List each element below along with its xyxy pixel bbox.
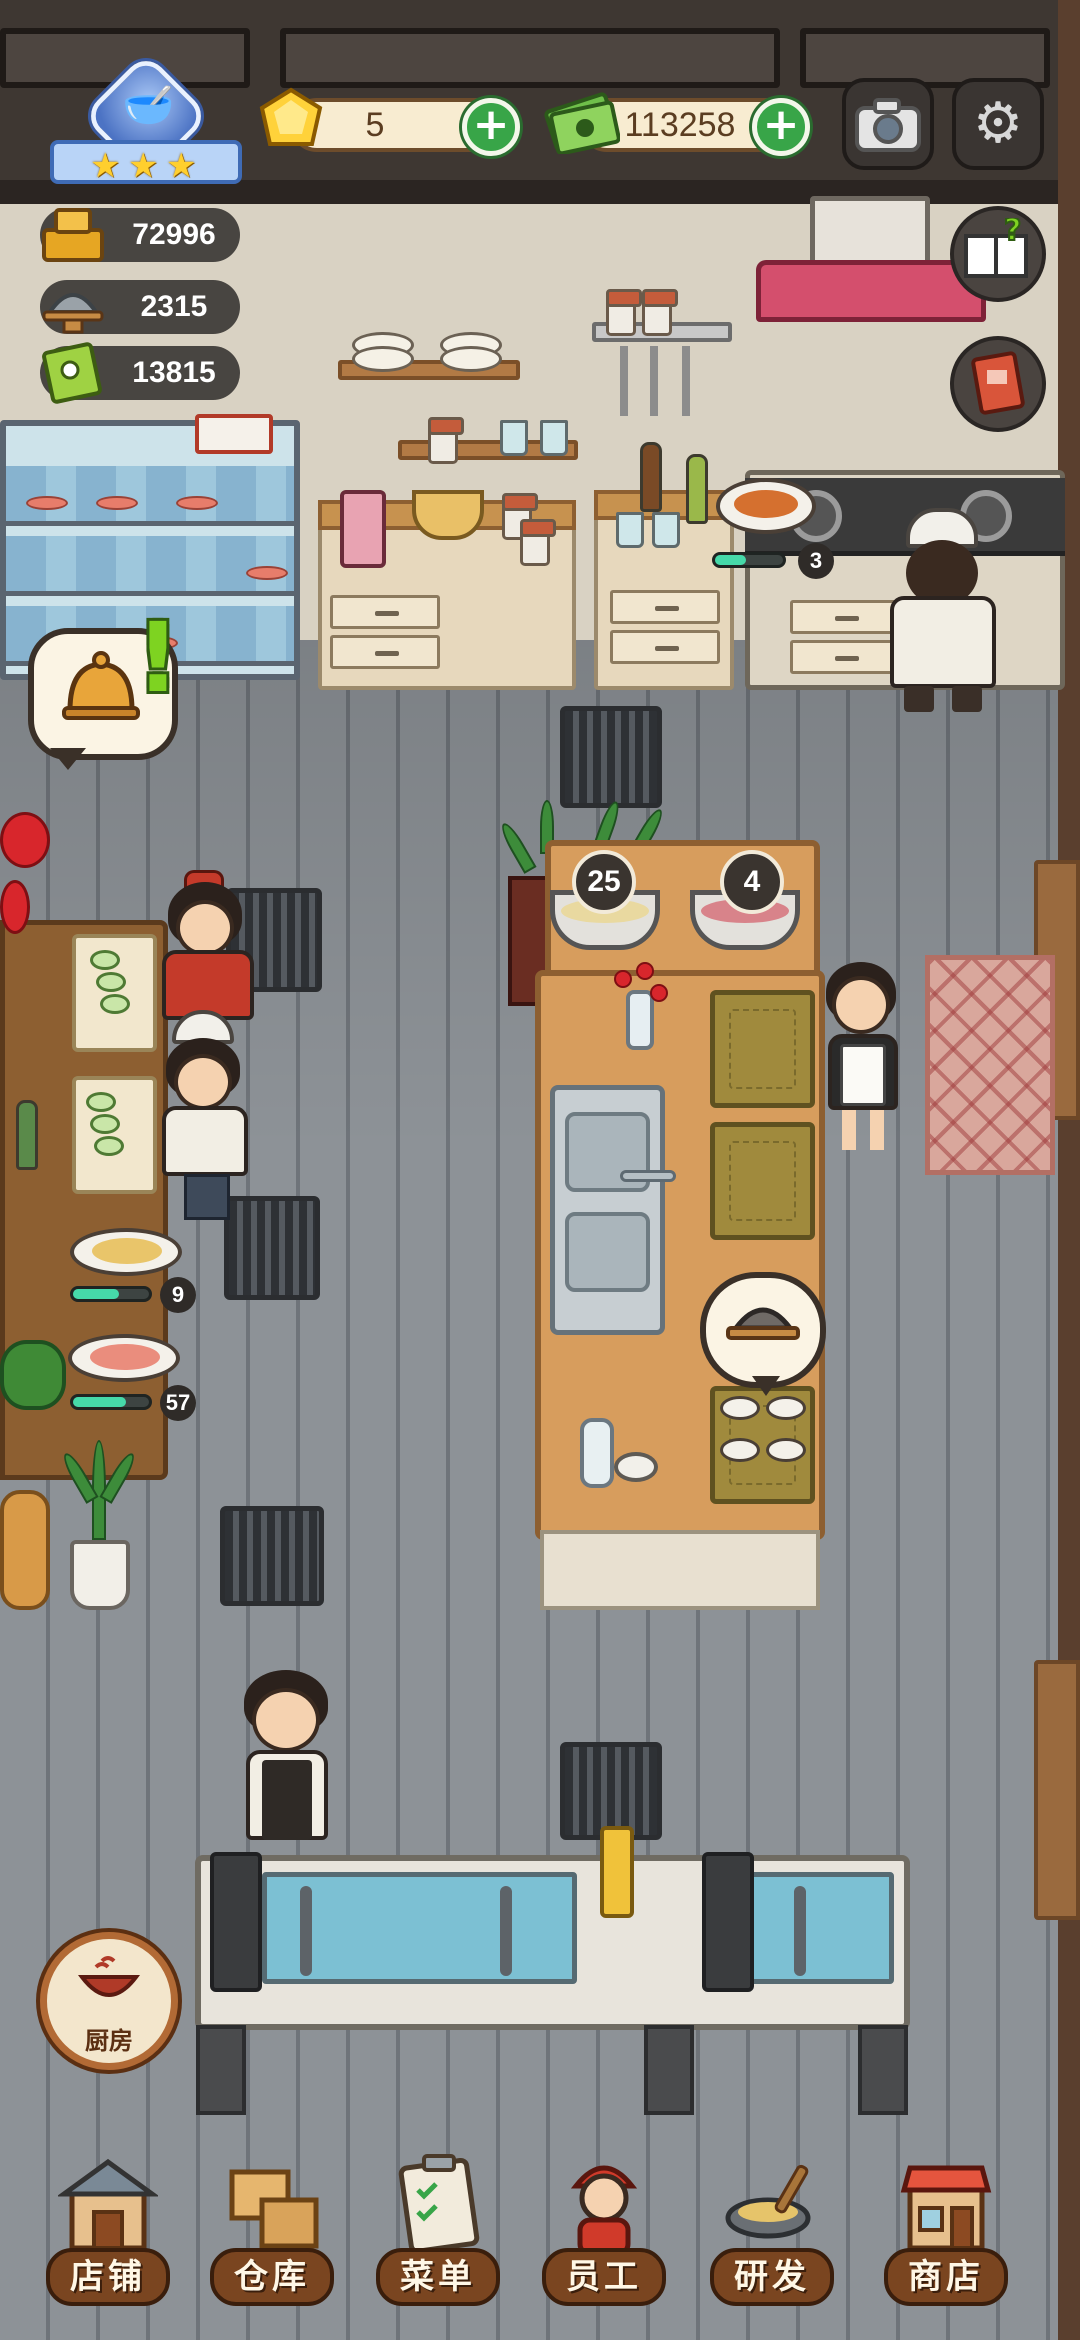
floor-rug: [925, 955, 1055, 1175]
progress-fill: [73, 1289, 119, 1299]
dishwasher-staff[interactable]: [236, 1670, 336, 1860]
nav-label: 员工: [542, 2248, 666, 2306]
nav-shop-building[interactable]: 店铺: [38, 2120, 178, 2340]
stat-serving-tray: 2315: [40, 280, 240, 334]
waitress[interactable]: [818, 962, 908, 1162]
stove-progress-bar: [712, 552, 786, 568]
cash-register-icon: [42, 208, 104, 262]
settings-button[interactable]: ⚙: [952, 78, 1044, 170]
stat-menu-book: 13815: [40, 342, 240, 404]
journal-icon: [954, 348, 1042, 439]
nav-label: 商店: [884, 2248, 1008, 2306]
dish-rack: [702, 1852, 754, 1992]
camera-button[interactable]: [842, 78, 934, 170]
hotpot-right-count: 4: [720, 850, 784, 914]
nav-label: 店铺: [46, 2248, 170, 2306]
add-gems-button[interactable]: +: [462, 98, 520, 156]
staff-icon: [570, 2165, 638, 2257]
fish-sign: [195, 414, 273, 454]
range-hood: [810, 196, 930, 266]
chicken-feet-dish[interactable]: [70, 1228, 182, 1276]
alert-exclamation-icon: !: [136, 602, 180, 714]
prep-cook[interactable]: [150, 1010, 260, 1220]
kitchen-label: 厨房: [85, 2027, 133, 2055]
prep-dish-2-qty: 57: [160, 1385, 196, 1421]
stat-cash-register: 72996: [40, 208, 240, 262]
star-icon: ★: [166, 146, 197, 186]
shrimp-dish[interactable]: [68, 1334, 180, 1382]
nav-menu[interactable]: 菜单: [368, 2120, 508, 2340]
island-sink[interactable]: [550, 1085, 665, 1335]
range-hood: [756, 260, 986, 322]
side-door: [1034, 1660, 1080, 1920]
journal-button[interactable]: [950, 336, 1046, 432]
camera-icon: [846, 82, 930, 166]
star-icon: ★: [90, 146, 121, 186]
platter-of-dishes[interactable]: [712, 1386, 817, 1502]
floor-drain: [560, 706, 662, 808]
prep-dish-1-qty: 9: [160, 1277, 196, 1313]
floor-drain: [220, 1506, 324, 1606]
stove-dish-qty: 3: [798, 543, 834, 579]
menu-clipboard-icon: [398, 2154, 480, 2254]
prep-dish-1-progress-bar: [70, 1286, 152, 1302]
bud-vase: [580, 1418, 614, 1488]
nav-store[interactable]: 商店: [876, 2120, 1016, 2340]
cutting-board[interactable]: [710, 1122, 815, 1240]
gem-icon: [259, 87, 323, 146]
serving-tray-icon: [706, 1288, 820, 1378]
bottom-nav: 店铺 仓库 菜单 员工 研发 商店: [0, 2120, 1080, 2340]
serving-tray-icon: [42, 293, 104, 334]
store-icon: [900, 2165, 992, 2251]
recipe-book-button[interactable]: ?: [950, 206, 1046, 302]
faucet: [620, 1170, 676, 1182]
flower-vase: [626, 990, 654, 1050]
nav-warehouse[interactable]: 仓库: [202, 2120, 342, 2340]
soap-bottle: [600, 1826, 634, 1918]
menu-book-icon: [42, 342, 102, 404]
order-request-bubble[interactable]: [700, 1272, 826, 1396]
toaster: [340, 490, 386, 568]
shop-building-icon: [58, 2158, 158, 2251]
dish-spoon-icon: 🥣: [122, 80, 175, 129]
prep-cook[interactable]: [150, 870, 260, 1020]
warehouse-boxes-icon: [229, 2169, 319, 2249]
cash-icon: [544, 92, 620, 154]
star-icon: ★: [128, 146, 159, 186]
head-chef[interactable]: [876, 500, 1016, 720]
restaurant-level-badge[interactable]: 🥣 ★ ★ ★: [48, 52, 244, 193]
prep-dish-2-progress-bar: [70, 1394, 152, 1410]
bread-basket: [0, 1490, 50, 1610]
potted-plant: [70, 1540, 130, 1610]
hotpot-left-count: 25: [572, 850, 636, 914]
bell-icon: [56, 644, 146, 758]
progress-fill: [715, 555, 746, 565]
cabbage: [0, 1340, 66, 1410]
svg-text:?: ?: [1004, 218, 1021, 248]
bowl: [614, 1452, 658, 1482]
progress-fill: [73, 1397, 127, 1407]
book-question-icon: ?: [954, 212, 1042, 309]
wok-icon: [47, 1953, 171, 2022]
cash-value: 113258: [624, 106, 736, 144]
gear-icon: ⚙: [972, 91, 1024, 156]
right-wall: [1058, 0, 1080, 2340]
noodle-dish[interactable]: [716, 478, 816, 534]
kitchen-button[interactable]: 厨房: [40, 1932, 178, 2070]
cutting-board[interactable]: [710, 990, 815, 1108]
nav-staff[interactable]: 员工: [534, 2120, 674, 2340]
dish-rack: [210, 1852, 262, 1992]
nav-label: 研发: [710, 2248, 834, 2306]
cutting-board[interactable]: [72, 1076, 157, 1194]
nav-research[interactable]: 研发: [702, 2120, 842, 2340]
wall-lattice: [280, 28, 780, 88]
add-cash-button[interactable]: +: [752, 98, 810, 156]
fruit-basket: [412, 490, 484, 540]
nav-label: 仓库: [210, 2248, 334, 2306]
nav-label: 菜单: [376, 2248, 500, 2306]
research-wok-icon: [725, 2164, 811, 2239]
